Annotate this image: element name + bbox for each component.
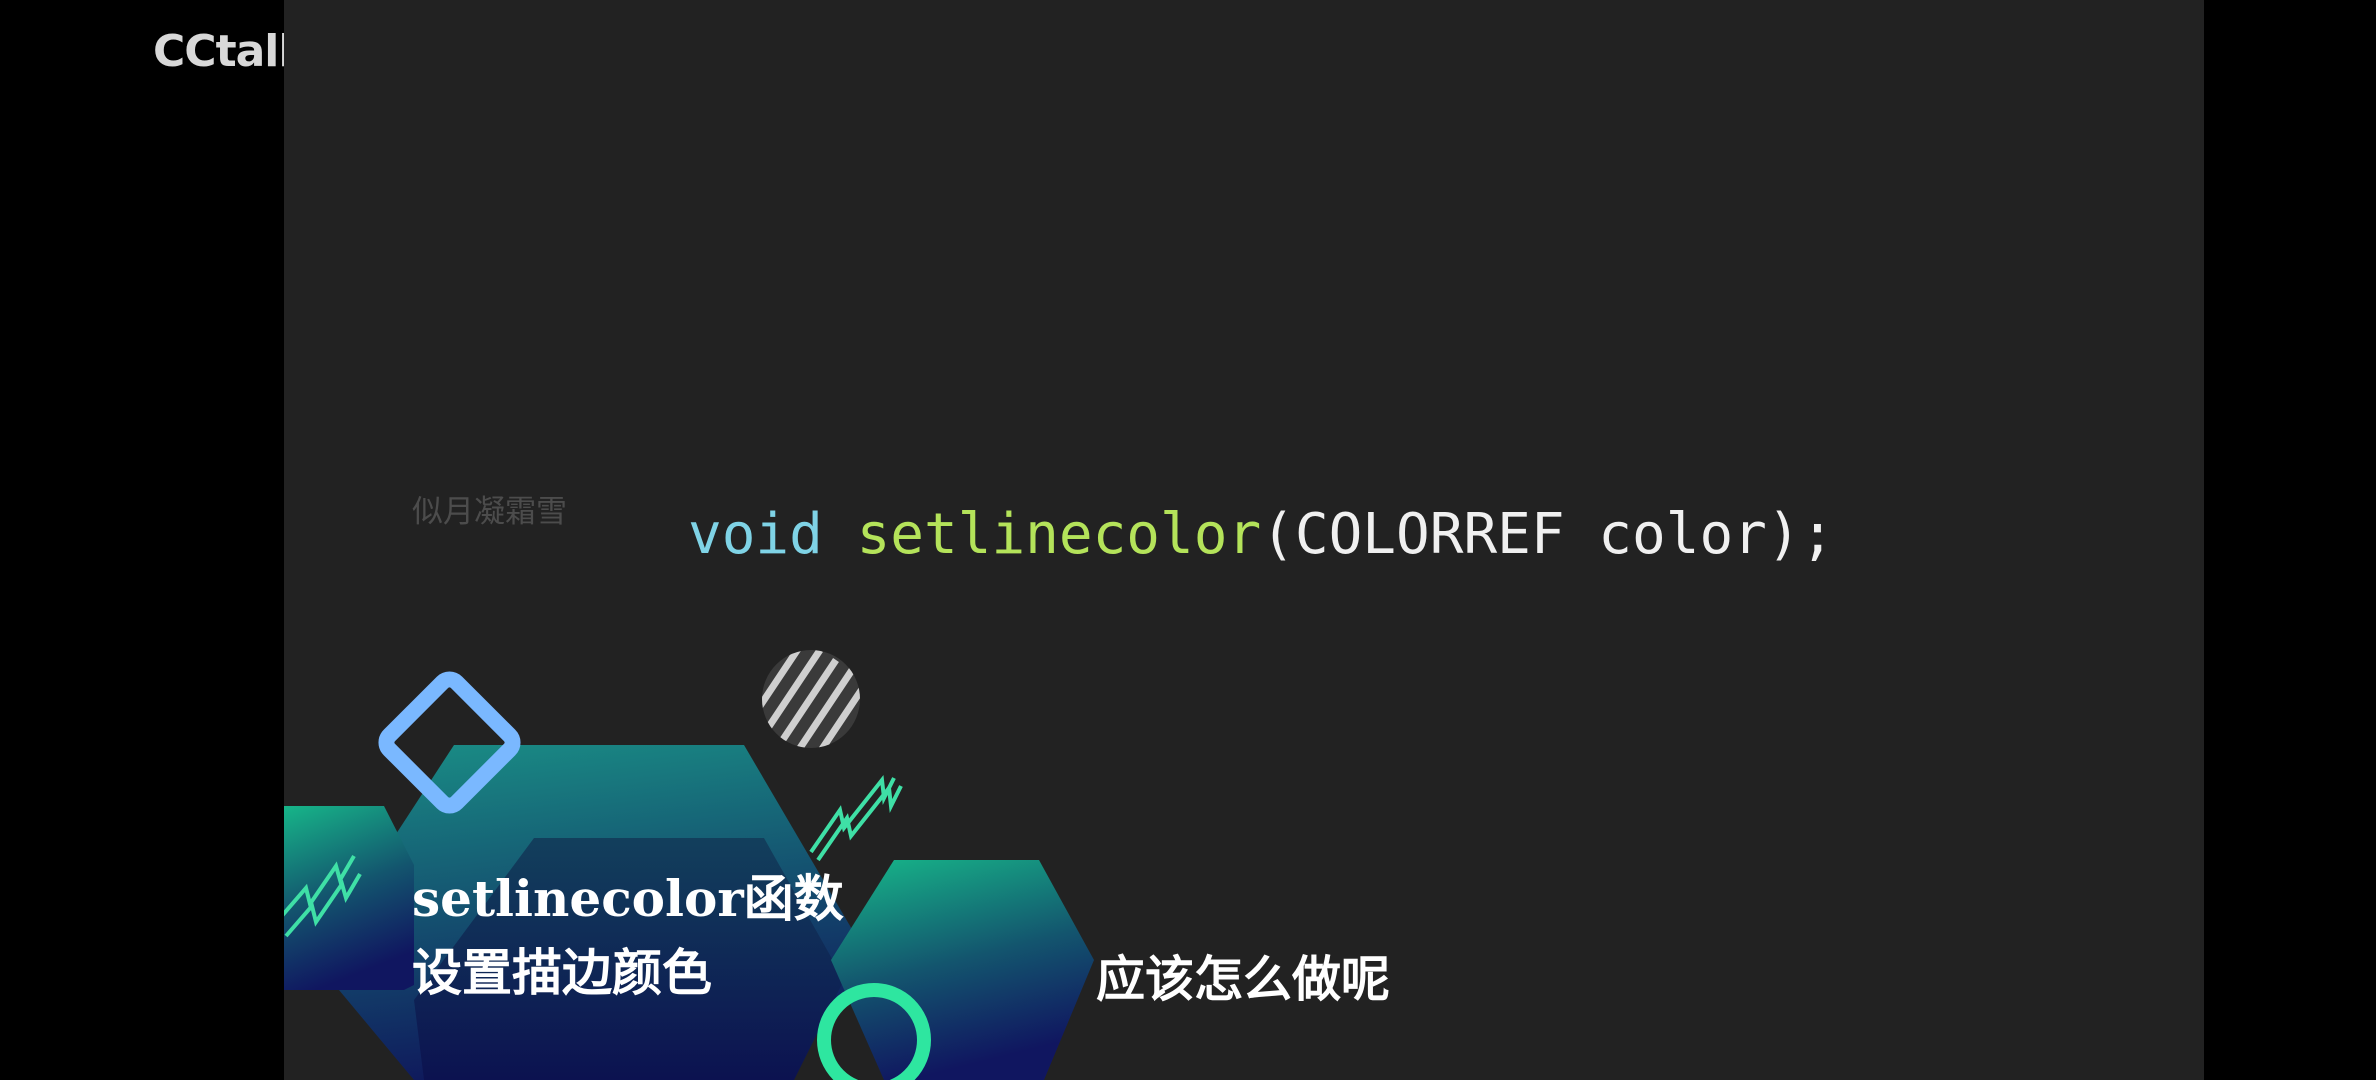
caption-line-2: 设置描边颜色: [412, 943, 712, 1002]
code-line: void setlinecolor(COLORREF color);: [688, 502, 1834, 567]
video-frame[interactable]: 似月凝霜雪 void setlinecolor(COLORREF color);…: [284, 0, 2204, 1080]
caption-line-1: setlinecolor函数: [412, 869, 844, 928]
watermark-text: 似月凝霜雪: [412, 494, 567, 530]
screen: CCtalk 似月凝霜雪 void setlinecolor(COLORREF …: [0, 0, 2376, 1080]
hexagon-shape: [284, 806, 414, 990]
code-keyword: void: [688, 502, 823, 567]
code-params: (COLORREF color);: [1261, 502, 1835, 567]
subtitle-text: 应该怎么做呢: [1096, 951, 1391, 1008]
hexagon-shape: [831, 860, 1094, 1080]
code-function-name: setlinecolor: [856, 502, 1262, 567]
